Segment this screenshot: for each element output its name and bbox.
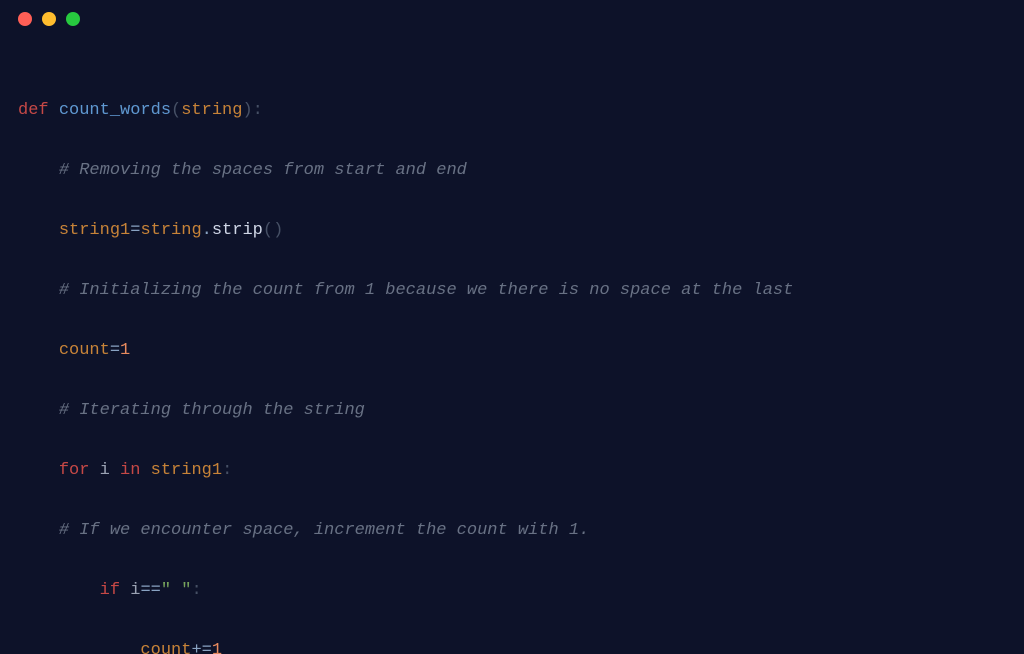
variable: string: [140, 221, 201, 240]
colon: :: [253, 101, 263, 120]
indent: [18, 161, 59, 180]
indent: [18, 521, 59, 540]
parameter: string: [181, 101, 242, 120]
variable: i: [130, 581, 140, 600]
variable: count: [140, 641, 191, 654]
code-line: if i==" ":: [18, 576, 1006, 606]
code-editor[interactable]: def count_words(string): # Removing the …: [0, 38, 1024, 654]
colon: :: [222, 461, 232, 480]
operator: =: [130, 221, 140, 240]
code-line: # Removing the spaces from start and end: [18, 156, 1006, 186]
colon: :: [191, 581, 201, 600]
maximize-icon[interactable]: [66, 12, 80, 26]
operator: ==: [140, 581, 160, 600]
indent: [18, 461, 59, 480]
method: strip: [212, 221, 263, 240]
variable: string1: [151, 461, 222, 480]
variable: string1: [59, 221, 130, 240]
close-icon[interactable]: [18, 12, 32, 26]
comment: # Initializing the count from 1 because …: [59, 281, 794, 300]
indent: [18, 281, 59, 300]
indent: [18, 641, 140, 654]
operator: =: [110, 341, 120, 360]
code-line: for i in string1:: [18, 456, 1006, 486]
operator: +=: [191, 641, 211, 654]
function-name: count_words: [59, 101, 171, 120]
code-line: def count_words(string):: [18, 96, 1006, 126]
code-line: # If we encounter space, increment the c…: [18, 516, 1006, 546]
code-line: count=1: [18, 336, 1006, 366]
keyword-def: def: [18, 101, 59, 120]
code-line: string1=string.strip(): [18, 216, 1006, 246]
keyword-if: if: [100, 581, 131, 600]
code-line: count+=1: [18, 636, 1006, 654]
indent: [18, 581, 100, 600]
code-line: # Iterating through the string: [18, 396, 1006, 426]
paren: (: [171, 101, 181, 120]
string: " ": [161, 581, 192, 600]
code-line: # Initializing the count from 1 because …: [18, 276, 1006, 306]
keyword-for: for: [59, 461, 100, 480]
comment: # Removing the spaces from start and end: [59, 161, 467, 180]
comment: # Iterating through the string: [59, 401, 365, 420]
window-titlebar: [0, 0, 1024, 38]
variable: count: [59, 341, 110, 360]
paren: ): [242, 101, 252, 120]
number: 1: [212, 641, 222, 654]
keyword-in: in: [110, 461, 151, 480]
indent: [18, 221, 59, 240]
number: 1: [120, 341, 130, 360]
paren: (): [263, 221, 283, 240]
variable: i: [100, 461, 110, 480]
indent: [18, 341, 59, 360]
indent: [18, 401, 59, 420]
comment: # If we encounter space, increment the c…: [59, 521, 590, 540]
minimize-icon[interactable]: [42, 12, 56, 26]
operator: .: [202, 221, 212, 240]
